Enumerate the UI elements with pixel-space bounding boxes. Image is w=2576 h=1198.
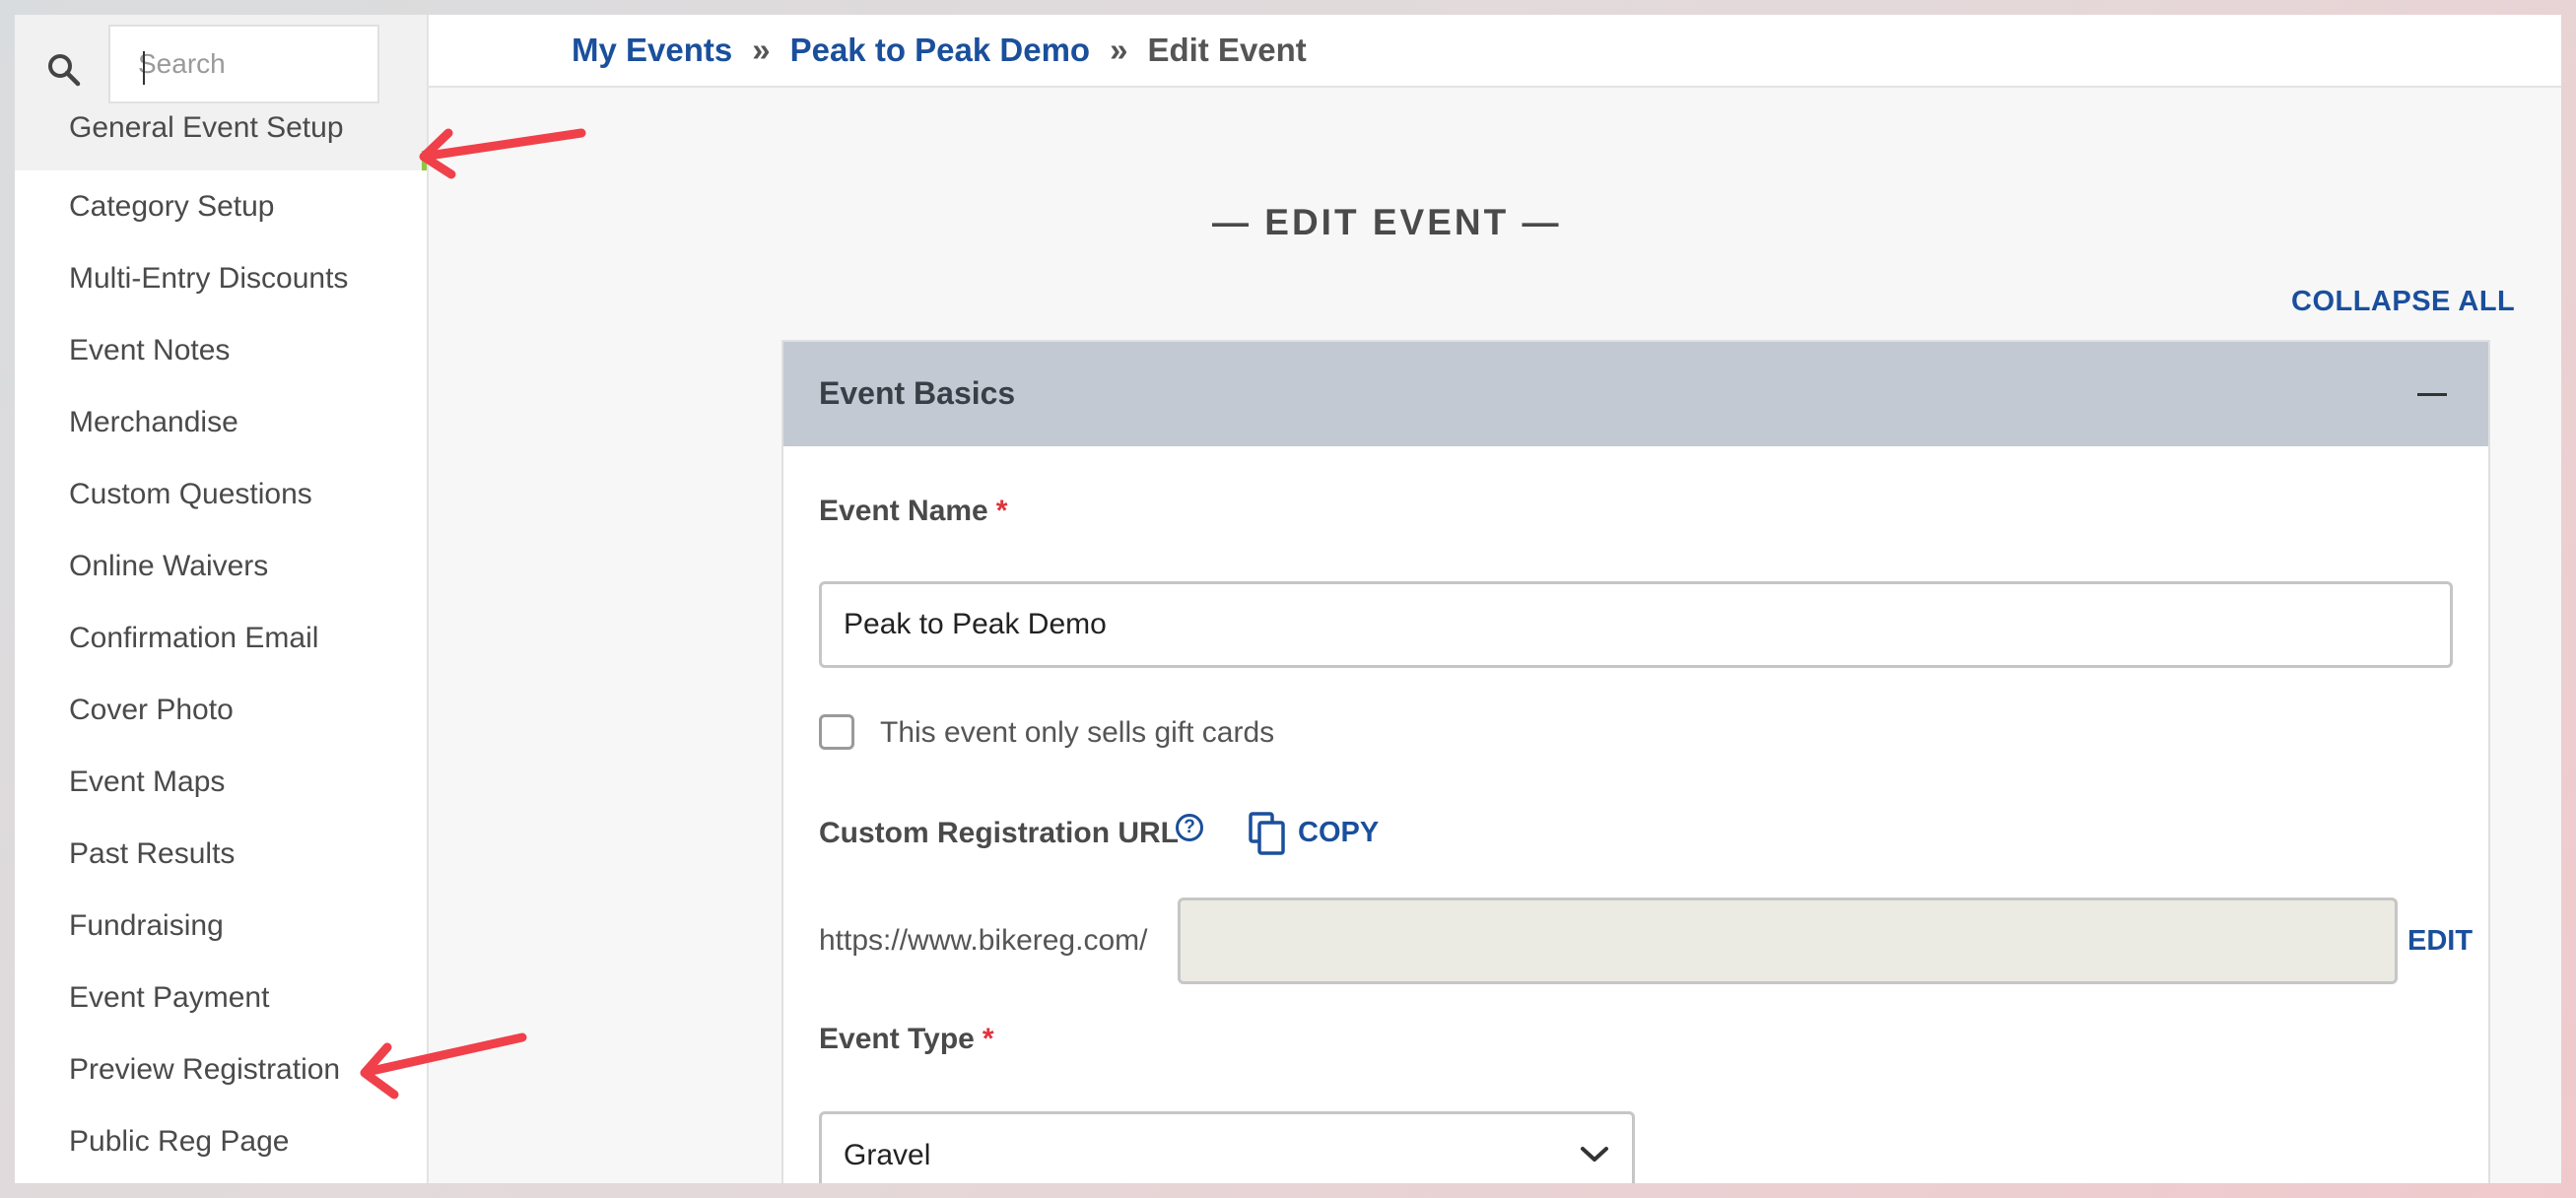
sidebar-item-public-reg-page[interactable]: Public Reg Page — [15, 1105, 427, 1177]
sidebar-item-cover-photo[interactable]: Cover Photo — [15, 674, 427, 746]
event-name-label: Event Name * — [819, 495, 1007, 528]
sidebar-item-online-waivers[interactable]: Online Waivers — [15, 530, 427, 602]
chevron-down-icon — [1581, 1147, 1608, 1162]
sidebar-item-event-payment[interactable]: Event Payment — [15, 962, 427, 1033]
url-prefix: https://www.bikereg.com/ — [819, 924, 1148, 957]
breadcrumb: My Events » Peak to Peak Demo » Edit Event — [572, 32, 1307, 69]
event-name-label-text: Event Name — [819, 495, 988, 527]
sidebar-search — [15, 15, 427, 113]
search-input[interactable] — [108, 25, 379, 103]
event-name-input[interactable] — [819, 581, 2453, 668]
breadcrumb-bar: My Events » Peak to Peak Demo » Edit Event — [429, 15, 2561, 88]
custom-url-input[interactable] — [1178, 898, 2398, 984]
sidebar-item-general-event-setup[interactable]: General Event Setup — [15, 113, 427, 170]
event-type-value: Gravel — [844, 1139, 931, 1171]
annotation-arrow-icon — [360, 1032, 527, 1099]
sidebar-item-event-notes[interactable]: Event Notes — [15, 314, 427, 386]
custom-url-label: Custom Registration URL — [819, 817, 1180, 849]
event-basics-panel: Event Basics Event Name* This event only… — [781, 340, 2490, 1183]
event-type-select[interactable]: Gravel — [819, 1111, 1635, 1183]
copy-icon[interactable] — [1249, 812, 1286, 855]
sidebar-menu: General Event Setup Category Setup Multi… — [15, 113, 427, 1177]
panel-title: Event Basics — [819, 375, 1016, 411]
sidebar-item-custom-questions[interactable]: Custom Questions — [15, 458, 427, 530]
app-window: General Event Setup Category Setup Multi… — [15, 15, 2561, 1183]
minus-icon[interactable] — [2417, 393, 2447, 396]
gift-cards-checkbox[interactable] — [819, 714, 854, 750]
page-title: — EDIT EVENT — — [1212, 202, 1562, 242]
breadcrumb-my-events[interactable]: My Events — [572, 32, 732, 68]
sidebar-item-merchandise[interactable]: Merchandise — [15, 386, 427, 458]
event-type-label: Event Type * — [819, 1023, 994, 1056]
breadcrumb-separator: » — [1110, 32, 1128, 68]
sidebar-item-event-maps[interactable]: Event Maps — [15, 746, 427, 818]
text-cursor — [143, 51, 145, 85]
required-marker: * — [982, 1023, 994, 1055]
search-icon[interactable] — [44, 50, 84, 90]
sidebar-item-past-results[interactable]: Past Results — [15, 818, 427, 890]
annotation-arrow-icon — [419, 128, 586, 179]
event-type-label-text: Event Type — [819, 1023, 975, 1055]
help-icon[interactable]: ? — [1176, 814, 1203, 841]
breadcrumb-separator: » — [752, 32, 771, 68]
edit-url-button[interactable]: EDIT — [2407, 925, 2473, 958]
copy-button[interactable]: COPY — [1298, 817, 1379, 849]
sidebar-item-confirmation-email[interactable]: Confirmation Email — [15, 602, 427, 674]
breadcrumb-event[interactable]: Peak to Peak Demo — [790, 32, 1090, 68]
panel-header[interactable]: Event Basics — [783, 342, 2488, 446]
breadcrumb-current: Edit Event — [1147, 32, 1307, 68]
collapse-all-button[interactable]: COLLAPSE ALL — [2291, 286, 2515, 318]
sidebar-item-fundraising[interactable]: Fundraising — [15, 890, 427, 962]
required-marker: * — [995, 495, 1008, 527]
sidebar-item-category-setup[interactable]: Category Setup — [15, 170, 427, 242]
sidebar-item-multi-entry-discounts[interactable]: Multi-Entry Discounts — [15, 242, 427, 314]
gift-cards-checkbox-label: This event only sells gift cards — [880, 716, 1275, 749]
sidebar: General Event Setup Category Setup Multi… — [15, 15, 429, 1183]
